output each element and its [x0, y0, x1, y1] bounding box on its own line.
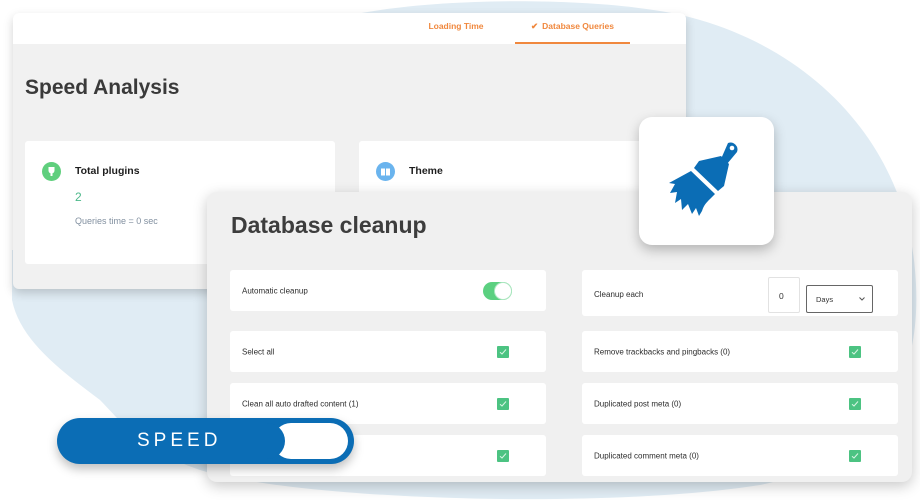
- option-checkbox[interactable]: [849, 345, 861, 358]
- check-icon: ✔: [531, 21, 539, 31]
- cleanup-each-row: Cleanup each 0 Days: [582, 270, 898, 316]
- broom-icon: [669, 142, 738, 216]
- automatic-cleanup-label: Automatic cleanup: [242, 286, 308, 295]
- theme-label: Theme: [409, 165, 443, 177]
- tab-bar: Loading Time ✔ Database Queries: [13, 13, 686, 44]
- check-icon: [851, 348, 859, 355]
- chevron-down-icon: [859, 297, 865, 301]
- option-row: Remove trackbacks and pingbacks (0): [582, 331, 898, 372]
- check-icon: [851, 452, 859, 459]
- cleanup-each-label: Cleanup each: [594, 290, 644, 299]
- speed-toggle-knob: [261, 423, 348, 459]
- automatic-cleanup-row: Automatic cleanup: [230, 270, 546, 311]
- database-cleanup-title: Database cleanup: [231, 212, 427, 238]
- knob-notch: [261, 423, 285, 459]
- automatic-cleanup-toggle[interactable]: [483, 281, 512, 300]
- toggle-knob: [495, 282, 511, 299]
- check-icon: [851, 400, 859, 407]
- option-checkbox[interactable]: [497, 449, 509, 462]
- check-icon: [499, 400, 507, 407]
- speed-badge: SPEED: [57, 418, 354, 464]
- tab-database-queries[interactable]: ✔ Database Queries: [515, 13, 630, 44]
- option-row: Duplicated comment meta (0): [582, 435, 898, 476]
- option-checkbox[interactable]: [849, 397, 861, 410]
- speed-label: SPEED: [137, 430, 222, 451]
- check-icon: [499, 348, 507, 355]
- option-checkbox[interactable]: [849, 449, 861, 462]
- plugin-icon: [42, 162, 61, 181]
- cleanup-interval-input[interactable]: 0: [768, 277, 800, 313]
- cleanup-unit-value: Days: [816, 295, 834, 304]
- queries-time: Queries time = 0 sec: [75, 216, 158, 226]
- tab-database-queries-label: Database Queries: [542, 21, 614, 31]
- total-plugins-label: Total plugins: [75, 165, 140, 177]
- check-icon: [499, 452, 507, 459]
- select-all-checkbox[interactable]: [497, 345, 509, 358]
- cleanup-unit-select[interactable]: Days: [806, 285, 873, 313]
- page-title: Speed Analysis: [25, 76, 180, 99]
- option-row: Duplicated post meta (0): [582, 383, 898, 424]
- option-label: Duplicated post meta (0): [594, 399, 682, 408]
- tab-loading-time[interactable]: Loading Time: [421, 13, 491, 44]
- option-row: Select all: [230, 331, 546, 372]
- plugin-count: 2: [75, 190, 82, 204]
- option-label: Remove trackbacks and pingbacks (0): [594, 347, 731, 356]
- option-label: Select all: [242, 347, 275, 356]
- broom-tile: [639, 117, 774, 245]
- option-label: Duplicated comment meta (0): [594, 451, 699, 460]
- theme-icon: [376, 162, 395, 181]
- option-checkbox[interactable]: [497, 397, 509, 410]
- option-label: Clean all auto drafted content (1): [242, 399, 359, 408]
